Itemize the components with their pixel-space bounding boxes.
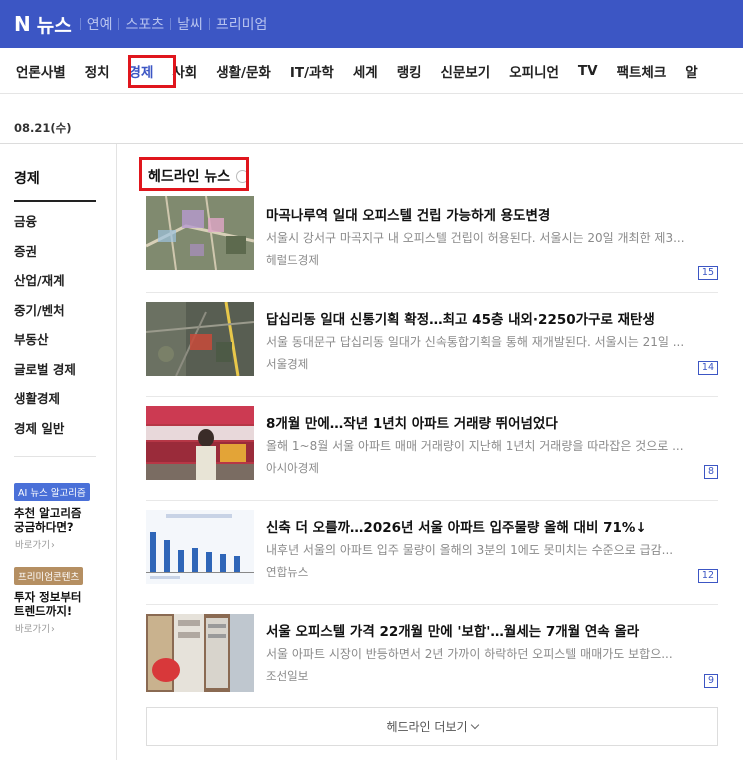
news-item[interactable]: 서울 오피스텔 가격 22개월 만에 '보합'…월세는 7개월 연속 올라 서울… [146, 605, 718, 709]
related-count-badge[interactable]: 8 [703, 465, 718, 479]
sidebar-item-securities[interactable]: 증권 [14, 242, 96, 272]
sidebar-item-venture[interactable]: 중기/벤처 [14, 301, 96, 331]
related-count-badge[interactable]: 15 [697, 266, 718, 280]
chevron-right-icon: › [50, 540, 55, 551]
article-thumbnail-bar-chart-graphic[interactable] [146, 510, 254, 584]
article-summary[interactable]: 서울시 강서구 마곡지구 내 오피스텔 건립이 허용된다. 서울시는 20일 개… [266, 229, 718, 246]
service-nav: 연예 스포츠 날씨 프리미엄 [79, 14, 274, 34]
news-item[interactable]: 답십리동 일대 신통기획 확정…최고 45층 내외·2250가구로 재탄생 서울… [146, 293, 718, 397]
related-count-badge[interactable]: 9 [703, 674, 718, 688]
promo-link[interactable]: 바로가기› [14, 537, 96, 551]
article-summary[interactable]: 내후년 서울의 아파트 입주 물량이 올해의 3분의 1에도 못미치는 수준으로… [266, 541, 718, 558]
naver-news-logo[interactable]: N 뉴스 [14, 11, 72, 38]
article-summary[interactable]: 올해 1~8월 서울 아파트 매매 거래량이 지난해 1년치 거래량을 따라잡은… [266, 437, 718, 454]
promo-link-label: 바로가기 [15, 540, 50, 551]
tab-press[interactable]: 언론사별 [16, 61, 66, 81]
news-item[interactable]: 8개월 만에…작년 1년치 아파트 거래량 뛰어넘었다 올해 1~8월 서울 아… [146, 397, 718, 501]
chevron-down-icon [470, 720, 479, 730]
tab-society[interactable]: 사회 [172, 61, 197, 81]
news-item[interactable]: 신축 더 오를까…2026년 서울 아파트 입주물량 올해 대비 71%↓ 내후… [146, 501, 718, 605]
promo-title: 추천 알고리즘 궁금하다면? [14, 506, 82, 534]
article-thumbnail-listings-photo[interactable] [146, 614, 254, 692]
tab-more-truncated[interactable]: 알 [685, 61, 697, 81]
tab-it-science[interactable]: IT/과학 [290, 61, 334, 81]
sidebar-item-general-economy[interactable]: 경제 일반 [14, 419, 96, 449]
related-count-badge[interactable]: 12 [697, 569, 718, 583]
sidebar: 경제 금융 증권 산업/재계 중기/벤처 부동산 글로벌 경제 생활경제 경제 … [14, 168, 96, 635]
sidebar-item-global-economy[interactable]: 글로벌 경제 [14, 360, 96, 390]
divider [14, 456, 96, 457]
tab-factcheck[interactable]: 팩트체크 [617, 61, 667, 81]
promo-link-label: 바로가기 [15, 624, 50, 635]
sidebar-title: 경제 [14, 168, 96, 202]
headline-highlight-box [139, 157, 249, 191]
promo-title: 투자 정보부터 트렌드까지! [14, 590, 82, 618]
headline-more-button[interactable]: 헤드라인 더보기 [146, 707, 718, 746]
press-name[interactable]: 연합뉴스 [266, 564, 718, 580]
logo-mark: N [14, 12, 31, 36]
article-title[interactable]: 답십리동 일대 신통기획 확정…최고 45층 내외·2250가구로 재탄생 [266, 308, 718, 328]
active-tab-highlight-box [128, 55, 176, 88]
press-name[interactable]: 아시아경제 [266, 460, 718, 476]
press-name[interactable]: 조선일보 [266, 668, 718, 684]
top-bar: N 뉴스 연예 스포츠 날씨 프리미엄 [0, 0, 743, 48]
article-thumbnail-aerial-map[interactable] [146, 196, 254, 270]
category-nav: 언론사별 정치 경제 사회 생활/문화 IT/과학 세계 랭킹 신문보기 오피니… [0, 48, 743, 94]
ai-algorithm-promo[interactable]: AI 뉴스 알고리즘 추천 알고리즘 궁금하다면? 바로가기› [14, 481, 96, 551]
sidebar-item-real-estate[interactable]: 부동산 [14, 330, 96, 360]
promo-link[interactable]: 바로가기› [14, 621, 96, 635]
article-title[interactable]: 서울 오피스텔 가격 22개월 만에 '보합'…월세는 7개월 연속 올라 [266, 620, 718, 640]
article-title[interactable]: 신축 더 오를까…2026년 서울 아파트 입주물량 올해 대비 71%↓ [266, 516, 718, 536]
service-link-premium[interactable]: 프리미엄 [210, 14, 274, 34]
ai-badge: AI 뉴스 알고리즘 [14, 483, 90, 501]
premium-badge: 프리미엄콘텐츠 [14, 567, 84, 585]
tab-opinion[interactable]: 오피니언 [509, 61, 559, 81]
more-button-label: 헤드라인 더보기 [386, 720, 468, 734]
headline-article-list: 마곡나루역 일대 오피스텔 건립 가능하게 용도변경 서울시 강서구 마곡지구 … [146, 196, 718, 709]
tab-politics[interactable]: 정치 [85, 61, 110, 81]
article-title[interactable]: 마곡나루역 일대 오피스텔 건립 가능하게 용도변경 [266, 204, 718, 224]
article-summary[interactable]: 서울 동대문구 답십리동 일대가 신속통합기획을 통해 재개발된다. 서울시는 … [266, 333, 718, 350]
logo-text: 뉴스 [36, 14, 72, 37]
article-thumbnail-street-photo[interactable] [146, 406, 254, 480]
tab-ranking[interactable]: 랭킹 [397, 61, 422, 81]
chevron-right-icon: › [50, 624, 55, 635]
tab-world[interactable]: 세계 [353, 61, 378, 81]
article-title[interactable]: 8개월 만에…작년 1년치 아파트 거래량 뛰어넘었다 [266, 412, 718, 432]
sidebar-item-industry[interactable]: 산업/재계 [14, 271, 96, 301]
tab-tv[interactable]: TV [578, 63, 598, 79]
column-divider [116, 144, 117, 760]
tab-life-culture[interactable]: 생활/문화 [216, 61, 271, 81]
article-summary[interactable]: 서울 아파트 시장이 반등하면서 2년 가까이 하락하던 오피스텔 매매가도 보… [266, 645, 718, 662]
sidebar-menu: 금융 증권 산업/재계 중기/벤처 부동산 글로벌 경제 생활경제 경제 일반 [14, 212, 96, 448]
service-link-sports[interactable]: 스포츠 [119, 14, 170, 34]
press-name[interactable]: 헤럴드경제 [266, 252, 718, 268]
current-date: 08.21(수) [14, 121, 72, 135]
service-link-entertainment[interactable]: 연예 [81, 14, 119, 34]
tab-newspaper[interactable]: 신문보기 [441, 61, 491, 81]
divider [0, 143, 743, 144]
premium-content-promo[interactable]: 프리미엄콘텐츠 투자 정보부터 트렌드까지! 바로가기› [14, 565, 96, 635]
press-name[interactable]: 서울경제 [266, 356, 718, 372]
news-item[interactable]: 마곡나루역 일대 오피스텔 건립 가능하게 용도변경 서울시 강서구 마곡지구 … [146, 196, 718, 293]
related-count-badge[interactable]: 14 [697, 361, 718, 375]
service-link-weather[interactable]: 날씨 [171, 14, 209, 34]
sidebar-item-living-economy[interactable]: 생활경제 [14, 389, 96, 419]
article-thumbnail-aerial-photo[interactable] [146, 302, 254, 376]
sidebar-item-finance[interactable]: 금융 [14, 212, 96, 242]
